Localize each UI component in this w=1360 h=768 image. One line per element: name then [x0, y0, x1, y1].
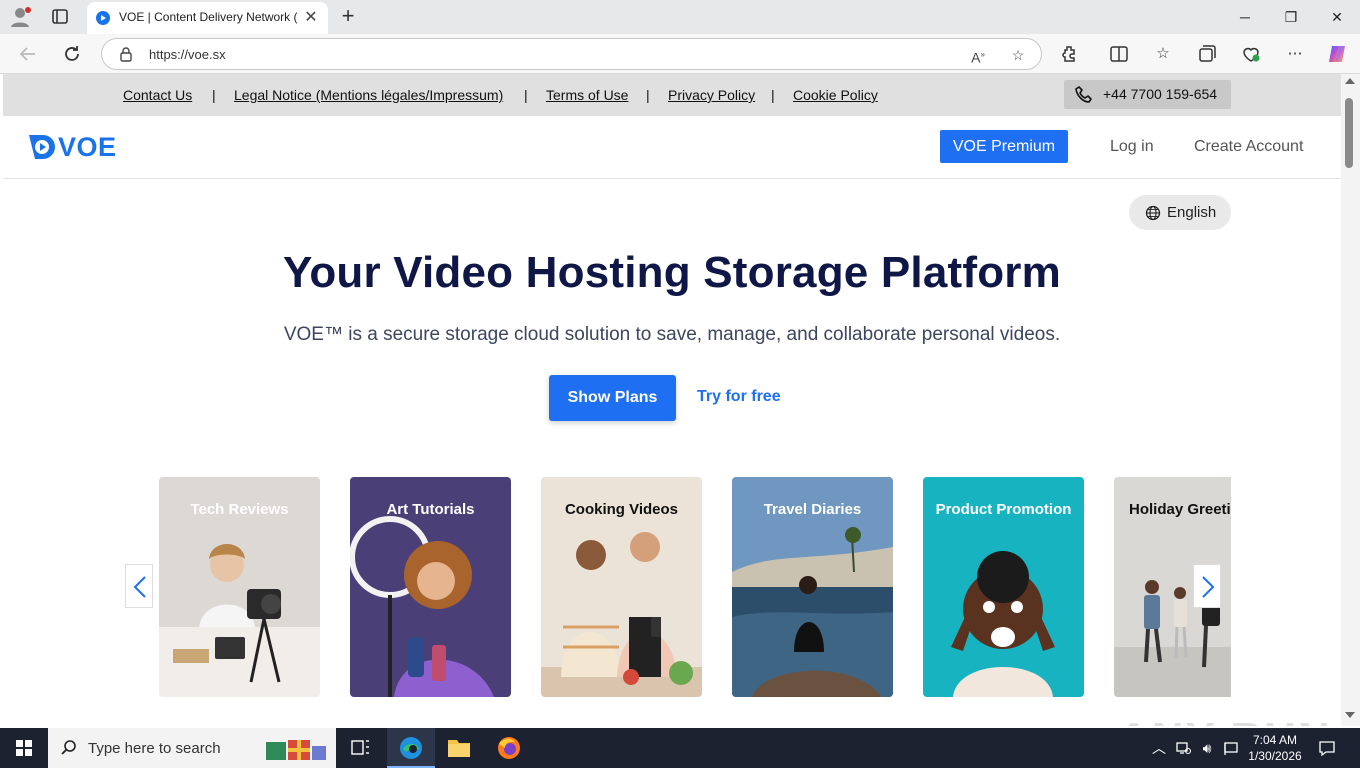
lock-icon[interactable]: [118, 46, 134, 62]
clock-time: 7:04 AM: [1252, 733, 1298, 747]
edge-taskbar-icon[interactable]: [387, 728, 435, 768]
card-label: Cooking Videos: [564, 501, 679, 518]
card-label: Tech Reviews: [190, 501, 289, 518]
minimize-icon[interactable]: ─: [1222, 5, 1268, 29]
voe-logo-icon: [27, 133, 55, 161]
carousel-card-tech-reviews[interactable]: Tech Reviews: [159, 477, 320, 697]
taskbar-search[interactable]: Type here to search: [48, 728, 336, 768]
globe-icon: [1145, 205, 1161, 221]
page-scrollbar[interactable]: [1341, 74, 1360, 726]
new-tab-button[interactable]: +: [336, 4, 360, 30]
carousel-card-product-promotion[interactable]: Product Promotion: [923, 477, 1084, 697]
browser-essentials-icon[interactable]: [1240, 43, 1262, 65]
extensions-icon[interactable]: [1059, 43, 1081, 65]
carousel-card-cooking-videos[interactable]: Cooking Videos: [541, 477, 702, 697]
carousel-card-travel-diaries[interactable]: Travel Diaries: [732, 477, 893, 697]
cookie-policy-link[interactable]: Cookie Policy: [793, 87, 878, 103]
phone-icon: [1074, 85, 1094, 105]
tray-chevron-up-icon[interactable]: ︿: [1150, 739, 1168, 757]
scroll-down-icon[interactable]: [1345, 712, 1355, 718]
scroll-thumb[interactable]: [1345, 98, 1353, 168]
star-icon[interactable]: ☆: [1008, 45, 1028, 65]
carousel-card-art-tutorials[interactable]: Art Tutorials: [350, 477, 511, 697]
separator: |: [524, 87, 528, 103]
privacy-policy-link[interactable]: Privacy Policy: [668, 87, 755, 103]
tab-close-icon[interactable]: ✕: [303, 10, 319, 26]
network-icon[interactable]: [1174, 739, 1192, 757]
volume-icon[interactable]: 🔊︎: [1198, 739, 1216, 757]
file-explorer-icon[interactable]: [435, 728, 483, 768]
terms-of-use-link[interactable]: Terms of Use: [546, 87, 628, 103]
hero-subtitle: VOE™ is a secure storage cloud solution …: [283, 324, 1061, 345]
browser-toolbar: https://voe.sx A» ☆ ☆ ⋯: [0, 34, 1360, 74]
logo-text: VOE: [58, 132, 117, 162]
voe-favicon-icon: [95, 10, 111, 26]
chevron-left-icon: [133, 576, 146, 598]
legal-links-bar: Contact Us | Legal Notice (Mentions léga…: [3, 74, 1341, 116]
card-label: Art Tutorials: [386, 501, 475, 518]
language-label: English: [1167, 204, 1217, 221]
refresh-icon[interactable]: [60, 42, 84, 66]
contact-us-link[interactable]: Contact Us: [123, 87, 192, 103]
more-menu-icon[interactable]: ⋯: [1284, 43, 1306, 65]
try-for-free-link[interactable]: Try for free: [697, 388, 781, 406]
tab-title: VOE | Content Delivery Network (: [119, 10, 298, 24]
create-account-link[interactable]: Create Account: [1194, 138, 1303, 156]
voe-logo[interactable]: VOE: [27, 132, 117, 162]
copilot-icon[interactable]: [1326, 43, 1348, 65]
card-label: Product Promotion: [935, 501, 1072, 518]
phone-contact[interactable]: +44 7700 159-654: [1064, 80, 1231, 109]
separator: |: [771, 87, 775, 103]
notifications-icon[interactable]: [1318, 739, 1336, 757]
carousel-next-button[interactable]: [1193, 564, 1221, 608]
task-view-icon[interactable]: [336, 728, 384, 768]
card-label: Holiday Greeti: [1129, 501, 1231, 518]
show-plans-button[interactable]: Show Plans: [549, 375, 676, 421]
language-selector[interactable]: English: [1129, 195, 1231, 230]
legal-notice-link[interactable]: Legal Notice (Mentions légales/Impressum…: [234, 87, 503, 103]
profile-icon[interactable]: [8, 5, 34, 29]
windows-taskbar: Type here to search ︿ 🔊︎ 7:04 AM 1/30/20…: [0, 728, 1360, 768]
login-link[interactable]: Log in: [1110, 138, 1154, 156]
split-screen-icon[interactable]: [1108, 43, 1130, 65]
browser-titlebar: VOE | Content Delivery Network ( ✕ + ─ ❐…: [0, 0, 1360, 34]
collections-icon[interactable]: [1196, 43, 1218, 65]
scroll-up-icon[interactable]: [1345, 78, 1355, 84]
clock-date: 1/30/2026: [1248, 749, 1302, 763]
start-button[interactable]: [0, 728, 48, 768]
firefox-icon[interactable]: [485, 728, 533, 768]
phone-number: +44 7700 159-654: [1103, 86, 1218, 102]
favorites-icon[interactable]: ☆: [1152, 43, 1174, 65]
page-viewport: Contact Us | Legal Notice (Mentions léga…: [3, 74, 1341, 726]
anyrun-watermark: ANY RUN: [1118, 714, 1332, 726]
restore-icon[interactable]: ❐: [1268, 5, 1314, 29]
voe-premium-button[interactable]: VOE Premium: [940, 130, 1068, 163]
address-bar[interactable]: https://voe.sx A» ☆: [101, 38, 1042, 70]
action-center-flag-icon[interactable]: [1222, 739, 1240, 757]
category-carousel: Tech Reviews Art Tutorials Cooking Video…: [115, 477, 1231, 697]
url-text[interactable]: https://voe.sx: [149, 47, 226, 62]
windows-logo-icon: [16, 740, 32, 756]
search-icon: [60, 739, 78, 757]
browser-tab-active[interactable]: VOE | Content Delivery Network ( ✕: [87, 2, 328, 34]
separator: |: [646, 87, 650, 103]
search-placeholder: Type here to search: [88, 740, 221, 757]
tab-actions-icon[interactable]: [48, 6, 72, 28]
back-icon[interactable]: [16, 42, 40, 66]
system-clock[interactable]: 7:04 AM 1/30/2026: [1240, 732, 1310, 764]
search-highlight-gifts-icon: [262, 734, 328, 762]
card-label: Travel Diaries: [763, 501, 862, 518]
close-window-icon[interactable]: ✕: [1314, 5, 1360, 29]
read-aloud-icon[interactable]: A»: [968, 45, 988, 66]
page-title: Your Video Hosting Storage Platform: [283, 248, 1061, 297]
site-header: VOE VOE Premium Log in Create Account: [3, 116, 1341, 179]
carousel-prev-button[interactable]: [125, 564, 153, 608]
separator: |: [212, 87, 216, 103]
chevron-right-icon: [1202, 576, 1215, 598]
